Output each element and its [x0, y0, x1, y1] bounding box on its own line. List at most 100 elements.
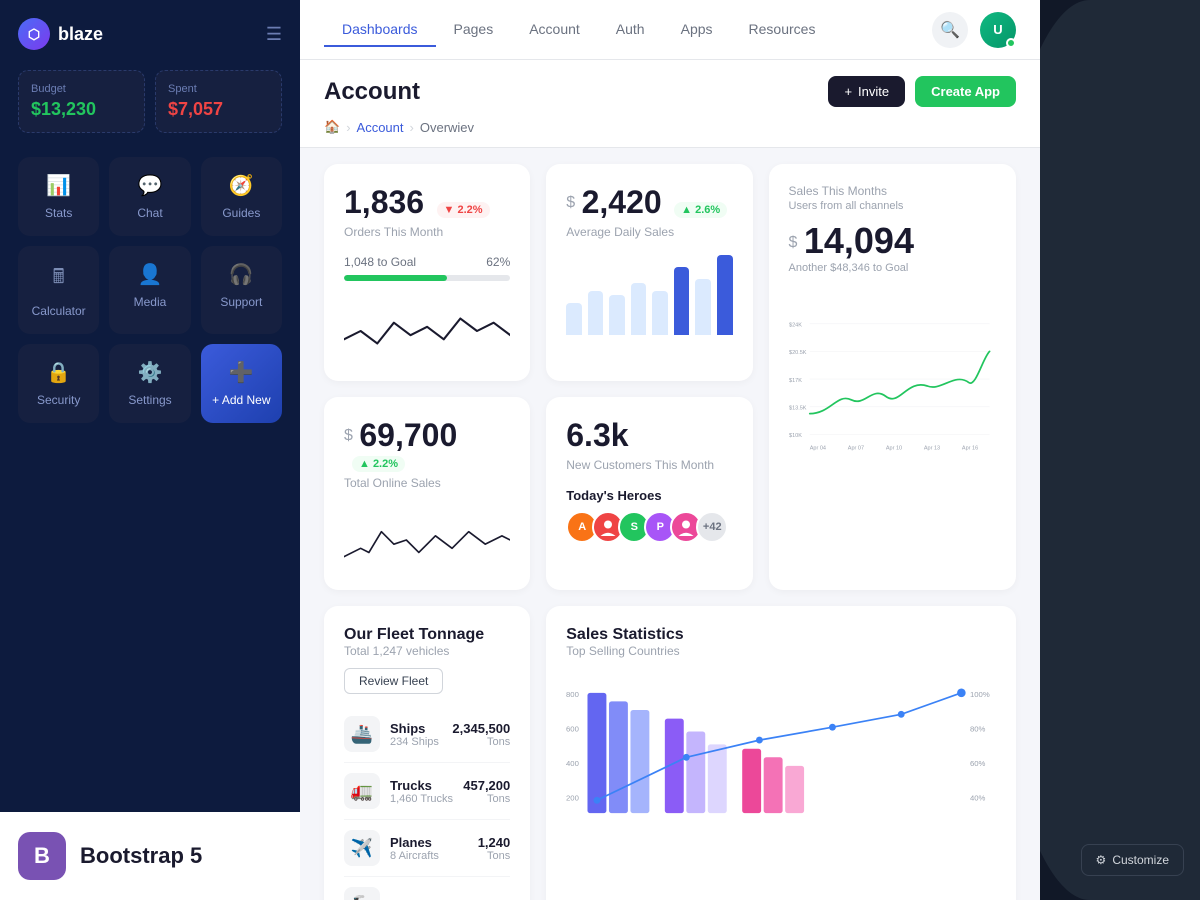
nav-pages[interactable]: Pages — [436, 13, 512, 47]
breadcrumb-account[interactable]: Account — [357, 120, 404, 135]
invite-button[interactable]: + Invite — [828, 76, 905, 107]
customers-number-row: 6.3k — [566, 417, 732, 454]
customers-card: 6.3k New Customers This Month Today's He… — [546, 397, 752, 590]
svg-text:Apr 13: Apr 13 — [923, 446, 939, 452]
trucks-icon: 🚛 — [344, 773, 380, 809]
svg-text:100%: 100% — [970, 690, 990, 699]
svg-text:Apr 16: Apr 16 — [961, 446, 977, 452]
progress-bar — [344, 275, 510, 281]
progress-row: 1,048 to Goal 62% — [344, 255, 510, 269]
create-app-button[interactable]: Create App — [915, 76, 1016, 107]
statistics-subtitle: Top Selling Countries — [566, 644, 996, 658]
nav-auth[interactable]: Auth — [598, 13, 663, 47]
customers-label: New Customers This Month — [566, 458, 732, 472]
page-title: Account — [324, 78, 420, 106]
monthly-goal-text: Another $48,346 to Goal — [789, 262, 997, 274]
add-new-icon: ➕ — [229, 360, 254, 385]
svg-text:$20.5K: $20.5K — [789, 350, 807, 356]
page-header: Account + Invite Create App 🏠 › Account … — [300, 60, 1040, 148]
ships-name: Ships — [390, 721, 452, 736]
daily-sales-label: Average Daily Sales — [566, 225, 732, 239]
nav-grid: 📊 Stats 💬 Chat 🧭 Guides 🖩 Calculator 👤 M… — [18, 157, 282, 423]
nav-dashboards[interactable]: Dashboards — [324, 13, 436, 47]
bar-3 — [609, 295, 625, 335]
security-icon: 🔒 — [46, 360, 71, 385]
orders-sparkline — [344, 301, 510, 361]
goal-text: 1,048 to Goal — [344, 255, 416, 269]
spent-card: Spent $7,057 — [155, 70, 282, 133]
sidebar-item-media[interactable]: 👤 Media — [109, 246, 190, 334]
ships-icon: 🚢 — [344, 716, 380, 752]
chat-icon: 💬 — [138, 173, 163, 198]
bar-7 — [695, 279, 711, 335]
invite-plus-icon: + — [844, 84, 852, 99]
logo: ⬡ blaze — [18, 18, 103, 50]
ships-count: 234 Ships — [390, 736, 452, 748]
online-sparkline-svg — [344, 510, 510, 570]
menu-icon[interactable]: ☰ — [266, 24, 282, 45]
logo-icon: ⬡ — [18, 18, 50, 50]
online-sales-badge: ▲ 2.2% — [352, 456, 405, 472]
planes-count: 8 Aircrafts — [390, 850, 478, 862]
search-icon[interactable]: 🔍 — [932, 12, 968, 48]
breadcrumb-sep2: › — [410, 120, 414, 135]
review-fleet-button[interactable]: Review Fleet — [344, 668, 443, 694]
svg-text:$17K: $17K — [789, 378, 802, 384]
customize-button[interactable]: ⚙ Customize — [1081, 844, 1184, 876]
daily-sales-card: $ 2,420 ▲ 2.6% Average Daily Sales — [546, 164, 752, 381]
svg-text:$10K: $10K — [789, 433, 802, 439]
budget-card: Budget $13,230 — [18, 70, 145, 133]
planes-icon: ✈️ — [344, 830, 380, 866]
svg-text:800: 800 — [566, 690, 579, 699]
sidebar-item-support[interactable]: 🎧 Support — [201, 246, 282, 334]
bootstrap-text: Bootstrap 5 — [80, 843, 202, 869]
svg-text:600: 600 — [566, 725, 579, 734]
sidebar-item-calculator[interactable]: 🖩 Calculator — [18, 246, 99, 334]
bar-5 — [652, 291, 668, 335]
svg-text:60%: 60% — [970, 759, 986, 768]
ships-info: Ships 234 Ships — [390, 721, 452, 748]
bar-chart — [566, 255, 732, 335]
top-nav-right: 🔍 U — [932, 12, 1016, 48]
sidebar-item-stats[interactable]: 📊 Stats — [18, 157, 99, 236]
online-sales-label: Total Online Sales — [344, 476, 510, 490]
online-sales-sparkline — [344, 510, 510, 570]
top-nav-links: Dashboards Pages Account Auth Apps Resou… — [324, 13, 833, 47]
monthly-title: Sales This Months — [789, 184, 997, 198]
planes-info: Planes 8 Aircrafts — [390, 835, 478, 862]
sidebar-item-add-new[interactable]: ➕ + Add New — [201, 344, 282, 423]
sidebar-header: ⬡ blaze ☰ — [18, 18, 282, 50]
right-panel-curve — [1040, 0, 1200, 900]
trucks-count: 1,460 Trucks — [390, 793, 463, 805]
chat-label: Chat — [137, 206, 162, 220]
svg-text:Apr 07: Apr 07 — [847, 446, 863, 452]
online-sales-card: $ 69,700 ▲ 2.2% Total Online Sales — [324, 397, 530, 590]
ships-value: 2,345,500 Tons — [452, 721, 510, 748]
sidebar-item-settings[interactable]: ⚙️ Settings — [109, 344, 190, 423]
guides-label: Guides — [222, 206, 260, 220]
add-new-label: + Add New — [212, 393, 270, 407]
bootstrap-badge: B Bootstrap 5 — [0, 812, 300, 900]
daily-sales-number-row: $ 2,420 ▲ 2.6% — [566, 184, 732, 221]
heroes-section: Today's Heroes A S P +42 — [566, 488, 732, 543]
nav-account[interactable]: Account — [511, 13, 598, 47]
budget-value: $13,230 — [31, 99, 132, 120]
dashboard-area: 1,836 ▼ 2.2% Orders This Month 1,048 to … — [300, 148, 1040, 900]
nav-resources[interactable]: Resources — [731, 13, 834, 47]
online-indicator — [1006, 38, 1016, 48]
monthly-prefix: $ — [789, 234, 798, 251]
hero-count: +42 — [696, 511, 728, 543]
svg-text:80%: 80% — [970, 725, 986, 734]
online-sales-number: 69,700 — [359, 417, 457, 453]
breadcrumb-home[interactable]: 🏠 — [324, 119, 340, 135]
sidebar-item-security[interactable]: 🔒 Security — [18, 344, 99, 423]
user-avatar[interactable]: U — [980, 12, 1016, 48]
trucks-name: Trucks — [390, 778, 463, 793]
settings-icon: ⚙️ — [138, 360, 163, 385]
sidebar-item-chat[interactable]: 💬 Chat — [109, 157, 190, 236]
sidebar-item-guides[interactable]: 🧭 Guides — [201, 157, 282, 236]
svg-text:Apr 10: Apr 10 — [885, 446, 901, 452]
nav-apps[interactable]: Apps — [663, 13, 731, 47]
stats-label: Stats — [45, 206, 72, 220]
orders-label: Orders This Month — [344, 225, 510, 239]
